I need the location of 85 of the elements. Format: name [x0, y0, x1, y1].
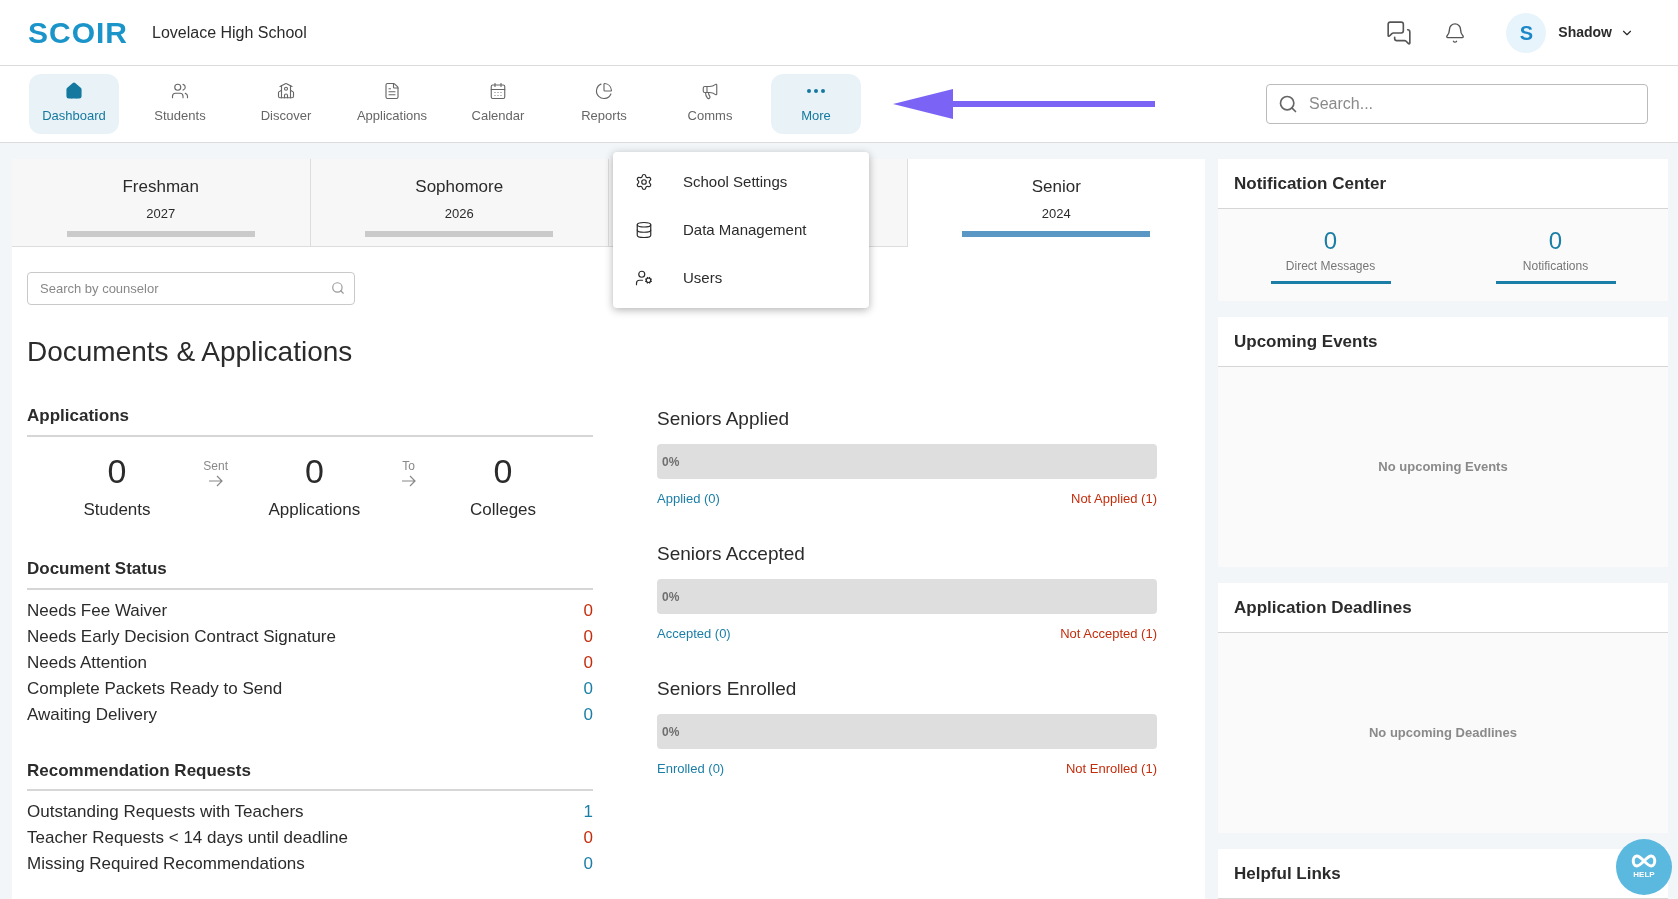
- status-label: Needs Attention: [27, 651, 148, 674]
- stat-label: Applications: [268, 498, 361, 521]
- megaphone-icon: [701, 82, 719, 101]
- progress-reading: 0%: [662, 453, 680, 471]
- status-count[interactable]: 0: [583, 649, 593, 676]
- count-link[interactable]: Not Accepted (1): [1060, 623, 1157, 643]
- settings-icon: [635, 173, 653, 191]
- connector-label: To: [402, 457, 415, 475]
- count-link[interactable]: Accepted (0): [657, 623, 731, 643]
- grade-tab[interactable]: Sophomore 2026: [310, 159, 609, 247]
- user-name[interactable]: Shadow: [1558, 22, 1612, 43]
- progress-reading: 0%: [662, 588, 680, 606]
- menu-item[interactable]: Data Management: [613, 206, 869, 254]
- stat-number: 0: [304, 450, 324, 492]
- section-heading: Applications: [27, 406, 129, 425]
- more-dots-icon: [807, 89, 825, 94]
- messages-icon[interactable]: [1386, 19, 1413, 46]
- infinity-icon: [1629, 853, 1659, 869]
- count-link[interactable]: Enrolled (0): [657, 758, 725, 778]
- progress-title: Seniors Enrolled: [657, 678, 797, 699]
- nav-tab[interactable]: More: [771, 74, 861, 134]
- count-link[interactable]: Applied (0): [657, 488, 720, 508]
- stat-label: Colleges: [469, 498, 537, 521]
- nav-tab[interactable]: Applications: [347, 74, 437, 134]
- count-link[interactable]: Not Applied (1): [1071, 488, 1157, 508]
- nav-tab[interactable]: Discover: [241, 74, 331, 134]
- stat-number: 0: [493, 450, 513, 492]
- status-label: Teacher Requests < 14 days until deadline: [27, 827, 348, 849]
- notifications-bell-icon[interactable]: [1444, 21, 1467, 44]
- status-label: Awaiting Delivery: [27, 703, 158, 726]
- status-count[interactable]: 0: [583, 825, 593, 851]
- status-count[interactable]: 0: [583, 597, 593, 624]
- empty-message: No upcoming Events: [1378, 458, 1508, 477]
- house-icon: [65, 82, 83, 101]
- users-gear-icon: [635, 269, 653, 287]
- search-icon: [1278, 94, 1298, 114]
- search-field[interactable]: Search...: [1266, 84, 1648, 124]
- status-label: Complete Packets Ready to Send: [27, 677, 283, 700]
- stat-number: 0: [107, 450, 127, 492]
- empty-message: No upcoming Deadlines: [1368, 724, 1518, 743]
- counselor-search-field[interactable]: Search by counselor: [27, 272, 355, 305]
- search-icon: [331, 281, 345, 295]
- school-building-icon: [277, 82, 295, 101]
- nav-tab[interactable]: Dashboard: [29, 74, 119, 134]
- document-icon: [383, 82, 401, 101]
- pie-chart-icon: [595, 82, 613, 101]
- status-count[interactable]: 0: [583, 623, 593, 650]
- status-count[interactable]: 0: [583, 675, 593, 702]
- progress-reading: 0%: [662, 723, 680, 741]
- nav-tab[interactable]: Reports: [559, 74, 649, 134]
- counter-tab[interactable]: 0 Notifications: [1495, 227, 1616, 284]
- user-avatar[interactable]: S: [1506, 12, 1547, 53]
- status-count[interactable]: 0: [583, 851, 593, 877]
- calendar-icon: [489, 82, 507, 101]
- progress-title: Seniors Accepted: [657, 543, 805, 564]
- nav-tab[interactable]: Students: [135, 74, 225, 134]
- grade-tab[interactable]: Freshman 2027: [12, 159, 311, 247]
- menu-item[interactable]: School Settings: [613, 158, 869, 206]
- database-icon: [635, 221, 653, 239]
- counter-tab[interactable]: 0 Direct Messages: [1270, 227, 1391, 284]
- right-arrow-icon: [207, 474, 224, 487]
- card-title: Upcoming Events: [1234, 330, 1378, 353]
- status-label: Outstanding Requests with Teachers: [27, 801, 304, 823]
- people-icon: [171, 82, 189, 101]
- count-link[interactable]: Not Enrolled (1): [1065, 758, 1157, 778]
- status-label: Needs Early Decision Contract Signature: [27, 625, 336, 648]
- status-count[interactable]: 0: [583, 701, 593, 728]
- logo[interactable]: SCOIR: [28, 10, 128, 55]
- card-title: Helpful Links: [1234, 862, 1341, 885]
- nav-tab[interactable]: Calendar: [453, 74, 543, 134]
- card-title: Notification Center: [1234, 172, 1387, 195]
- progress-title: Seniors Applied: [657, 408, 790, 429]
- menu-item[interactable]: Users: [613, 254, 869, 302]
- stat-label: Students: [83, 498, 151, 521]
- nav-tab[interactable]: Comms: [665, 74, 755, 134]
- status-label: Missing Required Recommendations: [27, 853, 305, 875]
- section-heading: Document Status: [27, 559, 167, 578]
- status-count[interactable]: 1: [583, 799, 593, 825]
- connector-label: Sent: [203, 457, 228, 475]
- page-title: Documents & Applications: [27, 335, 354, 369]
- right-arrow-icon: [400, 474, 417, 487]
- status-label: Needs Fee Waiver: [27, 599, 168, 622]
- section-heading: Recommendation Requests: [27, 760, 251, 780]
- school-name: Lovelace High School: [152, 22, 307, 43]
- card-title: Application Deadlines: [1234, 596, 1412, 619]
